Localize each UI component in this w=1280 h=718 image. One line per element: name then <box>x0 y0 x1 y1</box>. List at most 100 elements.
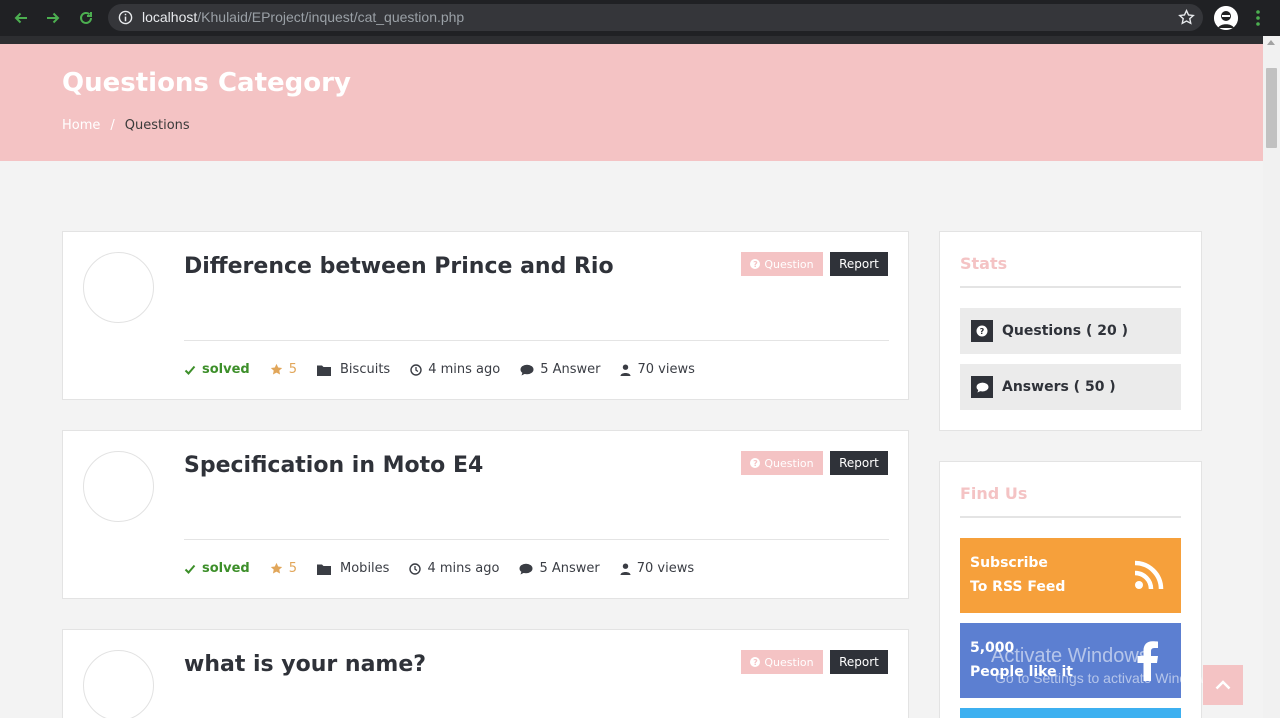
rating: 5 <box>270 561 297 576</box>
star-icon <box>270 363 282 375</box>
report-button[interactable]: Report <box>830 650 888 674</box>
comment-icon <box>519 563 533 574</box>
views-label: 70 views <box>636 561 695 576</box>
breadcrumb-current: Questions <box>124 118 190 133</box>
browser-toolbar: localhost/Khulaid/EProject/inquest/cat_q… <box>0 0 1280 36</box>
address-bar[interactable]: localhost/Khulaid/EProject/inquest/cat_q… <box>108 4 1203 31</box>
question-card: what is your name? ? Question Report <box>62 629 909 718</box>
solved-status: solved <box>184 362 250 377</box>
page-scrollbar[interactable] <box>1263 36 1280 718</box>
question-meta: solved 5 Mobiles 4 mins ago 5 Answer 70 … <box>184 561 714 576</box>
twitter-follow-button[interactable] <box>960 708 1181 718</box>
views-count: 70 views <box>620 362 695 377</box>
answers-count: Answers ( 50 ) <box>1002 379 1116 395</box>
rating-value: 5 <box>288 362 298 377</box>
question-tag: ? Question <box>741 451 823 475</box>
questions-count: Questions ( 20 ) <box>1002 323 1129 339</box>
page-title: Questions Category <box>62 68 351 98</box>
answers-link[interactable]: 5 Answer <box>519 561 600 576</box>
question-tag: ? Question <box>741 252 823 276</box>
back-to-top-button[interactable] <box>1203 665 1243 705</box>
question-mark-icon: ? <box>750 458 761 468</box>
windows-activation-watermark: Activate Windows Go to Settings to activ… <box>991 645 1216 686</box>
views-count: 70 views <box>620 561 694 576</box>
rss-line1: Subscribe <box>970 555 1048 571</box>
folder-icon <box>317 365 332 376</box>
folder-icon <box>317 564 332 575</box>
user-avatar[interactable] <box>83 252 154 323</box>
reload-icon <box>80 11 92 24</box>
comment-icon <box>971 376 993 398</box>
question-meta: solved 5 Biscuits 4 mins ago 5 Answer 70… <box>184 362 715 377</box>
question-tag: ? Question <box>741 650 823 674</box>
watermark-title: Activate Windows <box>991 645 1149 667</box>
question-title-link[interactable]: Specification in Moto E4 <box>184 453 483 478</box>
rss-subscribe-button[interactable]: Subscribe To RSS Feed <box>960 538 1181 613</box>
question-circle-icon: ? <box>971 320 993 342</box>
report-button[interactable]: Report <box>830 451 888 475</box>
stat-questions[interactable]: ? Questions ( 20 ) <box>960 308 1181 354</box>
forward-button[interactable] <box>41 6 65 30</box>
question-tag-label: Question <box>764 257 814 271</box>
category-link[interactable]: Mobiles <box>317 561 389 576</box>
user-avatar[interactable] <box>83 650 154 718</box>
bookmark-star-icon[interactable] <box>1178 9 1195 26</box>
question-card: Difference between Prince and Rio ? Quest… <box>62 231 909 400</box>
solved-label: solved <box>202 362 250 377</box>
category-label: Biscuits <box>340 362 391 377</box>
question-card: Specification in Moto E4 ? Question Repor… <box>62 430 909 599</box>
user-icon <box>620 364 631 376</box>
card-divider <box>184 340 889 341</box>
stats-divider <box>960 286 1181 288</box>
scrollbar-thumb[interactable] <box>1266 68 1277 148</box>
svg-text:?: ? <box>980 327 985 336</box>
url-host: localhost <box>142 9 198 25</box>
back-arrow-icon <box>14 12 27 24</box>
solved-status: solved <box>184 561 250 576</box>
find-us-title: Find Us <box>960 484 1028 503</box>
profile-icon <box>1214 6 1238 30</box>
answers-link[interactable]: 5 Answer <box>520 362 600 377</box>
page-header: Questions Category Home / Questions <box>0 44 1263 161</box>
rss-icon <box>1134 560 1164 590</box>
breadcrumb-separator: / <box>110 118 115 133</box>
question-mark-icon: ? <box>750 657 761 667</box>
question-title-link[interactable]: what is your name? <box>184 652 426 677</box>
back-button[interactable] <box>9 6 33 30</box>
question-mark-icon: ? <box>750 259 761 269</box>
time-ago: 4 mins ago <box>410 362 500 377</box>
url-path: /Khulaid/EProject/inquest/cat_question.p… <box>197 9 465 25</box>
chevron-up-icon <box>1215 680 1231 690</box>
check-icon <box>184 365 196 375</box>
top-bar <box>0 36 1263 44</box>
stat-answers[interactable]: Answers ( 50 ) <box>960 364 1181 410</box>
solved-label: solved <box>202 561 250 576</box>
reload-button[interactable] <box>74 6 98 30</box>
category-link[interactable]: Biscuits <box>317 362 390 377</box>
card-divider <box>184 539 889 540</box>
user-icon <box>620 563 631 575</box>
menu-kebab-icon[interactable] <box>1250 8 1266 28</box>
user-avatar[interactable] <box>83 451 154 522</box>
question-title-link[interactable]: Difference between Prince and Rio <box>184 254 614 279</box>
clock-icon <box>410 363 422 376</box>
stats-widget: Stats ? Questions ( 20 ) Answers ( 50 ) <box>939 231 1202 431</box>
answers-label: 5 Answer <box>540 362 601 377</box>
answers-label: 5 Answer <box>539 561 600 576</box>
find-us-divider <box>960 516 1181 518</box>
time-label: 4 mins ago <box>427 561 500 576</box>
breadcrumb-home-link[interactable]: Home <box>62 118 100 133</box>
forward-arrow-icon <box>47 12 60 24</box>
time-ago: 4 mins ago <box>409 561 499 576</box>
profile-avatar[interactable] <box>1214 6 1238 30</box>
report-button[interactable]: Report <box>830 252 888 276</box>
url-text[interactable]: localhost/Khulaid/EProject/inquest/cat_q… <box>142 9 464 25</box>
breadcrumb: Home / Questions <box>62 118 190 133</box>
check-icon <box>184 564 196 574</box>
rating-value: 5 <box>288 561 298 576</box>
views-label: 70 views <box>637 362 695 377</box>
info-icon[interactable] <box>118 10 133 25</box>
scroll-up-arrow-icon[interactable] <box>1267 40 1275 45</box>
stats-title: Stats <box>960 254 1008 273</box>
clock-icon <box>409 562 422 575</box>
